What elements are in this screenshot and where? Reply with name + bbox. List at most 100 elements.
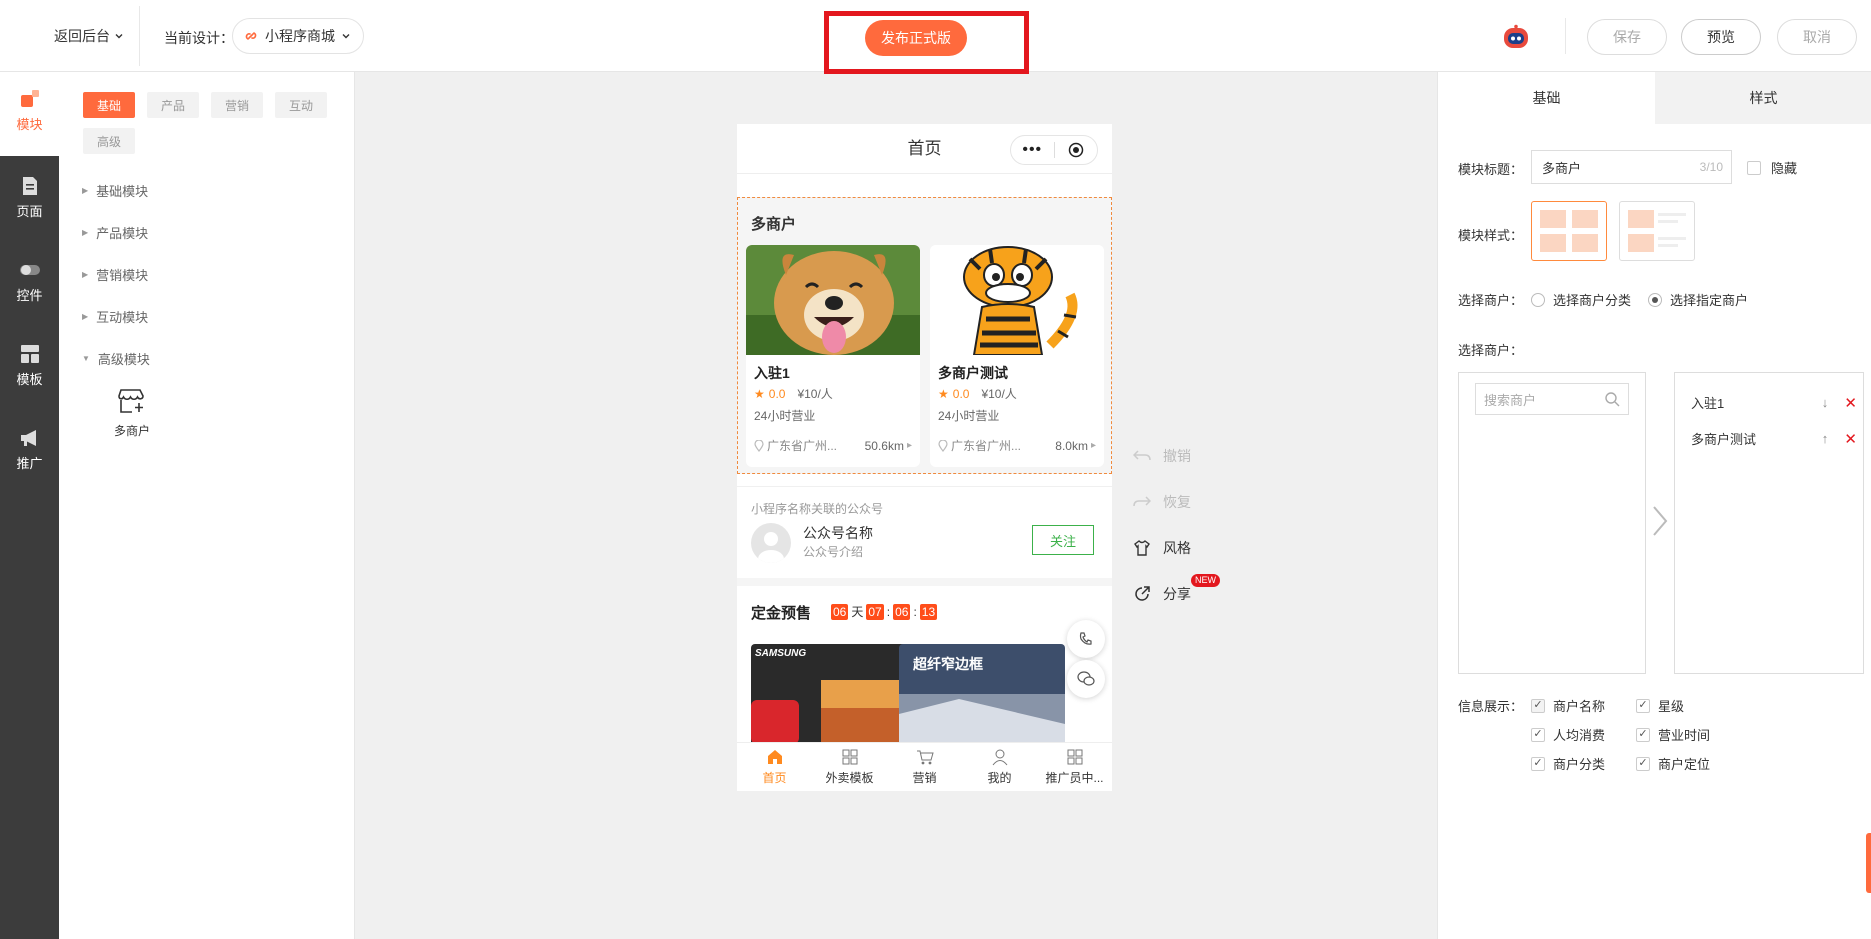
info-option-avg-spend[interactable]: 人均消费 — [1531, 725, 1605, 744]
style-option-list[interactable] — [1619, 201, 1695, 261]
tab-takeout-template[interactable]: 外卖模板 — [812, 743, 887, 791]
close-target-icon — [1054, 142, 1097, 158]
merchant-card[interactable]: 入驻1 ★ 0.0 ¥10/人 24小时营业 广东省广州... 50.6km ▸ — [746, 245, 920, 467]
category-product[interactable]: ▶ 产品模块 — [82, 223, 148, 242]
robot-assistant-icon[interactable] — [1502, 24, 1530, 50]
tab-home[interactable]: 首页 — [737, 743, 812, 791]
hide-label: 隐藏 — [1771, 161, 1798, 176]
move-down-icon[interactable]: ↓ — [1815, 395, 1835, 410]
rail-item-promote[interactable]: 推广 — [0, 427, 59, 472]
merchant-selected-list: 入驻1 ↓ ✕ 多商户测试 ↑ ✕ — [1674, 372, 1864, 674]
tag-product[interactable]: 产品 — [147, 92, 200, 118]
remove-icon[interactable]: ✕ — [1835, 430, 1857, 448]
tag-interaction[interactable]: 互动 — [275, 92, 328, 118]
cancel-button[interactable]: 取消 — [1777, 19, 1857, 55]
list-layout-icon — [1628, 210, 1686, 252]
module-title-value: 多商户 — [1542, 160, 1582, 176]
rail-item-page[interactable]: 页面 — [0, 175, 59, 220]
undo-button[interactable]: 撤销 — [1133, 446, 1191, 466]
module-tile-multi-merchant[interactable]: 多商户 — [97, 388, 167, 439]
star-icon: ★ — [938, 386, 949, 401]
presale-product-image[interactable]: 超纤窄边框 — [899, 644, 1065, 744]
rail-item-control[interactable]: 控件 — [0, 259, 59, 304]
checkbox[interactable] — [1636, 756, 1650, 771]
info-option-label: 商户分类 — [1553, 757, 1606, 772]
info-option-star[interactable]: 星级 — [1636, 696, 1684, 715]
category-advanced[interactable]: ▼ 高级模块 — [82, 349, 150, 368]
caret-right-icon: ▶ — [82, 228, 89, 237]
back-to-admin-dropdown[interactable]: 返回后台 — [54, 26, 124, 46]
hide-checkbox[interactable] — [1747, 160, 1761, 175]
rail-item-module[interactable]: 模块 — [0, 88, 59, 133]
current-design-label: 当前设计： — [164, 30, 234, 46]
side-drawer-handle[interactable] — [1866, 833, 1871, 893]
caret-right-icon: ▶ — [82, 312, 89, 321]
official-account-module[interactable]: 小程序名称关联的公众号 公众号名称 公众号介绍 关注 — [737, 486, 1112, 568]
module-title-input[interactable]: 多商户 3/10 — [1531, 150, 1732, 184]
template-icon — [20, 345, 39, 363]
hide-toggle[interactable]: 隐藏 — [1747, 158, 1797, 177]
new-badge: NEW — [1191, 574, 1220, 587]
rail-item-template[interactable]: 模板 — [0, 343, 59, 388]
user-icon — [992, 749, 1007, 766]
countdown-sep: : — [913, 604, 917, 619]
move-up-icon[interactable]: ↑ — [1815, 431, 1835, 446]
multi-merchant-module[interactable]: 多商户 入驻1 ★ 0.0 ¥10/人 24小时营业 广东省广州... 50.6… — [737, 197, 1112, 474]
design-select[interactable]: 小程序商城 — [232, 18, 364, 54]
redo-icon — [1133, 496, 1151, 507]
divider — [139, 6, 140, 66]
save-button[interactable]: 保存 — [1587, 19, 1667, 55]
tab-basic[interactable]: 基础 — [1438, 72, 1655, 124]
checkbox[interactable] — [1531, 727, 1545, 742]
official-account-hint: 小程序名称关联的公众号 — [751, 502, 884, 516]
wechat-service-button[interactable] — [1067, 660, 1105, 698]
two-column-grid-icon — [1540, 210, 1598, 252]
merchant-card[interactable]: 多商户测试 ★ 0.0 ¥10/人 24小时营业 广东省广州... 8.0km … — [930, 245, 1104, 467]
tag-basic[interactable]: 基础 — [83, 92, 136, 118]
official-account-name: 公众号名称 — [803, 525, 873, 541]
style-theme-button[interactable]: 风格 — [1133, 538, 1191, 558]
category-basic[interactable]: ▶ 基础模块 — [82, 181, 148, 200]
tag-marketing[interactable]: 营销 — [211, 92, 264, 118]
category-interaction[interactable]: ▶ 互动模块 — [82, 307, 148, 326]
tab-style[interactable]: 样式 — [1655, 72, 1871, 124]
presale-product-image[interactable]: SAMSUNG — [751, 644, 917, 744]
checkbox[interactable] — [1636, 698, 1650, 713]
tag-advanced[interactable]: 高级 — [83, 128, 136, 154]
undo-label: 撤销 — [1163, 448, 1191, 464]
follow-button[interactable]: 关注 — [1032, 525, 1094, 555]
transfer-arrow-icon[interactable] — [1650, 504, 1670, 545]
tab-mine[interactable]: 我的 — [962, 743, 1037, 791]
info-option-merchant-category[interactable]: 商户分类 — [1531, 754, 1605, 773]
merchant-search-input[interactable]: 搜索商户 — [1475, 383, 1629, 415]
merchant-distance: 8.0km — [1055, 438, 1088, 453]
remove-icon[interactable]: ✕ — [1835, 394, 1857, 412]
checkbox[interactable] — [1531, 756, 1545, 771]
redo-button[interactable]: 恢复 — [1133, 492, 1191, 512]
radio-merchant-category[interactable]: 选择商户分类 — [1531, 290, 1631, 309]
phone-call-button[interactable] — [1067, 620, 1105, 658]
tab-label: 外卖模板 — [825, 771, 874, 785]
module-tile-label: 多商户 — [113, 424, 150, 438]
link-icon — [245, 32, 257, 40]
checkbox[interactable] — [1531, 698, 1545, 713]
merchant-location: 广东省广州... 50.6km ▸ — [754, 437, 912, 454]
merchant-rating: ★ 0.0 ¥10/人 — [754, 385, 833, 402]
publish-button[interactable]: 发布正式版 — [865, 20, 967, 56]
info-option-business-hours[interactable]: 营业时间 — [1636, 725, 1710, 744]
radio-button[interactable] — [1648, 292, 1662, 307]
chevron-down-icon — [342, 34, 350, 39]
share-button[interactable]: 分享 NEW — [1133, 574, 1220, 604]
design-name: 小程序商城 — [265, 28, 335, 44]
tab-promoter-center[interactable]: 推广员中... — [1037, 743, 1112, 791]
info-option-merchant-location[interactable]: 商户定位 — [1636, 754, 1710, 773]
rail-label: 推广 — [16, 456, 43, 471]
preview-button[interactable]: 预览 — [1681, 19, 1761, 55]
checkbox[interactable] — [1636, 727, 1650, 742]
radio-button[interactable] — [1531, 292, 1545, 307]
radio-specific-merchant[interactable]: 选择指定商户 — [1648, 290, 1748, 309]
tab-marketing[interactable]: 营销 — [887, 743, 962, 791]
category-marketing[interactable]: ▶ 营销模块 — [82, 265, 148, 284]
info-option-merchant-name[interactable]: 商户名称 — [1531, 696, 1605, 715]
style-option-grid[interactable] — [1531, 201, 1607, 261]
